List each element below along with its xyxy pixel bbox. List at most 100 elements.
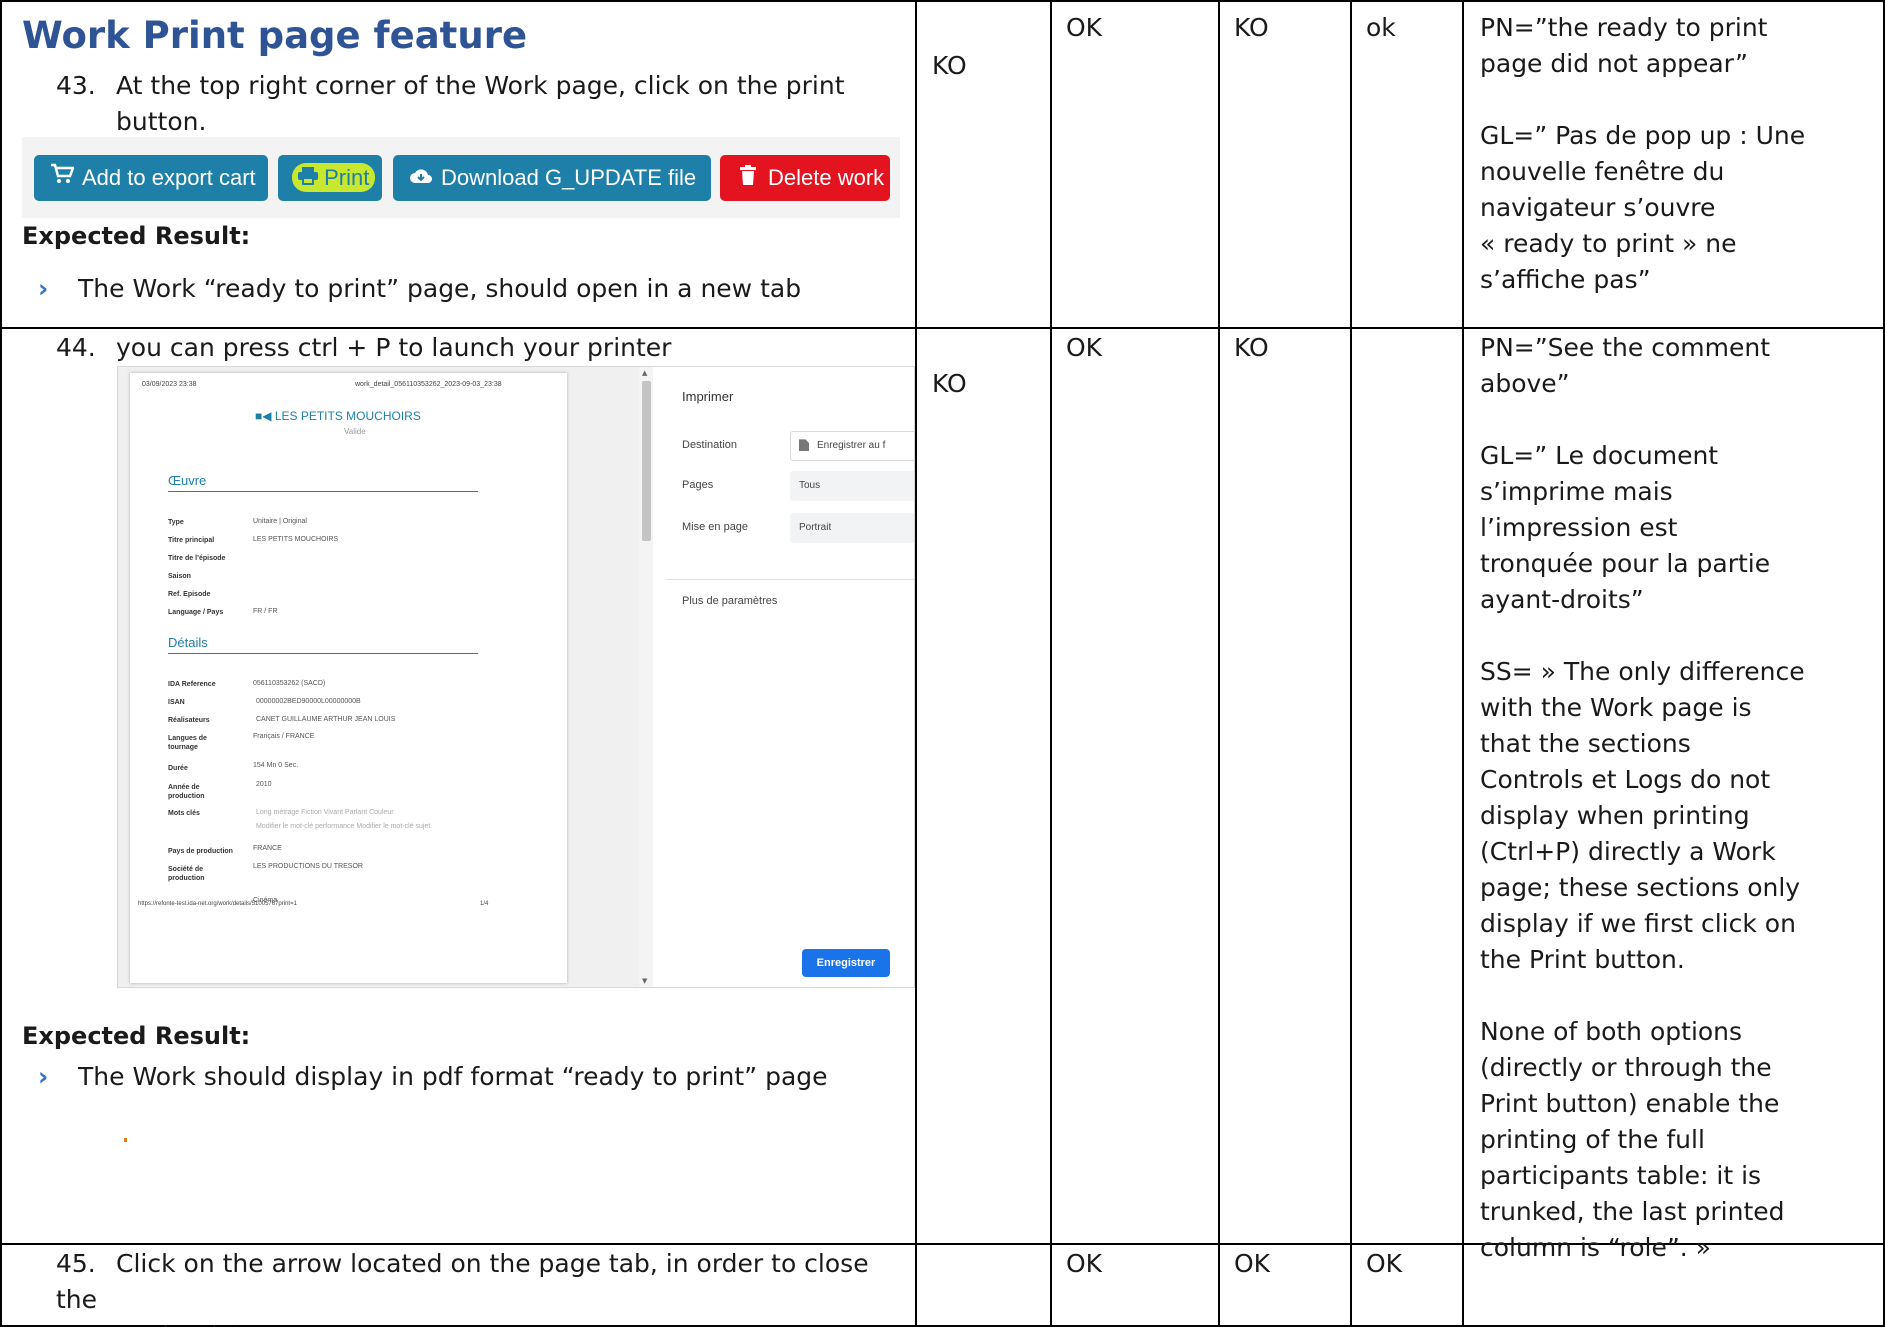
video-camera-icon: ■◀ (255, 409, 275, 423)
destination-value: Enregistrer au f (817, 440, 886, 451)
comment-line: column is “role”. » (1480, 1233, 1711, 1262)
preview-section-details: Détails (168, 635, 208, 650)
pages-select[interactable]: Tous (790, 471, 914, 501)
step-text-line2: work print page. (56, 1318, 896, 1327)
button-label: Download G_UPDATE file (441, 165, 697, 190)
comment-line: display if we first click on (1480, 909, 1796, 938)
field-label: Type (168, 519, 184, 526)
preview-footer-page: 1/4 (480, 901, 489, 907)
add-to-export-cart-button[interactable]: Add to export cart (34, 155, 268, 201)
doc-title-text: LES PETITS MOUCHOIRS (274, 409, 421, 423)
result-cell-c: ok (1366, 13, 1396, 42)
destination-label: Destination (682, 439, 738, 451)
field-value: FRANCE (253, 845, 282, 852)
field-label: Ref. Episode (168, 591, 211, 598)
row-divider-1 (0, 327, 1885, 329)
delete-work-button[interactable]: Delete work (720, 155, 890, 201)
field-value: 00000002BED90000L00000000B (256, 698, 361, 705)
comment-cell: PN=”See the comment above” GL=” Le docum… (1480, 330, 1805, 1266)
table-border-left (0, 0, 2, 1327)
section-heading: Work Print page feature (22, 14, 528, 57)
field-label: Mots clés (168, 810, 200, 817)
expected-result-title: Expected Result: (22, 1022, 251, 1050)
result-cell-b: KO (1234, 13, 1269, 42)
comment-line: navigateur s’ouvre (1480, 193, 1716, 222)
comment-cell: PN=”the ready to print page did not appe… (1480, 10, 1805, 298)
save-button[interactable]: Enregistrer (802, 949, 890, 977)
comment-line: page; these sections only (1480, 873, 1801, 902)
field-value: Modifier le mot-clé performance Modifier… (256, 823, 431, 830)
comment-line: with the Work page is (1480, 693, 1752, 722)
print-preview-sheet: 03/09/2023 23:38 work_detail_05611035326… (130, 373, 567, 983)
field-label: Saison (168, 573, 191, 580)
comment-line: that the sections (1480, 729, 1691, 758)
comment-line: s’imprime mais (1480, 477, 1673, 506)
comment-line (1480, 978, 1805, 1014)
step-43: 43. At the top right corner of the Work p… (56, 68, 896, 140)
field-label: Année de production (168, 784, 205, 800)
layout-select[interactable]: Portrait (790, 513, 914, 543)
comment-line: s’affiche pas” (1480, 265, 1651, 294)
print-button[interactable]: Print (278, 155, 382, 201)
field-label: Pays de production (168, 848, 233, 855)
chevron-right-icon: › (38, 274, 49, 303)
printer-icon (298, 165, 324, 190)
field-value: 056110353262 (SACD) (253, 680, 326, 687)
layout-label: Mise en page (682, 521, 749, 533)
field-label: Durée (168, 765, 188, 772)
print-highlight: Print (292, 163, 376, 192)
col-divider-3 (1218, 0, 1220, 1327)
preview-footer-url: https://refonte-test.ida-net.org/work/de… (138, 901, 297, 907)
col-divider-5 (1462, 0, 1464, 1327)
status-cell: KO (932, 51, 967, 80)
scroll-up-arrow-icon[interactable]: ▲ (642, 369, 647, 377)
result-cell-a: OK (1066, 13, 1103, 42)
panel-divider (666, 579, 914, 580)
test-case-table: Work Print page feature 43. At the top ri… (0, 0, 1885, 1327)
comment-line: (Ctrl+P) directly a Work (1480, 837, 1776, 866)
print-settings-panel: Imprimer Destination Enregistrer au f Pa… (666, 367, 914, 987)
pages-label: Pages (682, 479, 714, 491)
field-label: IDA Reference (168, 681, 216, 688)
scroll-down-arrow-icon[interactable]: ▼ (642, 977, 647, 985)
comment-line: page did not appear” (1480, 49, 1748, 78)
document-icon (799, 439, 809, 452)
comment-line: Print button) enable the (1480, 1089, 1780, 1118)
field-value: LES PRODUCTIONS DU TRESOR (253, 863, 363, 870)
preview-doc-title: ■◀ LES PETITS MOUCHOIRS (255, 409, 421, 423)
preview-doc-status: Valide (344, 427, 366, 436)
button-label: Delete work (768, 165, 885, 190)
comment-line: l’impression est (1480, 513, 1678, 542)
step-text-line1: Click on the arrow located on the page t… (56, 1249, 869, 1314)
cart-icon (48, 155, 76, 201)
field-label: Société de production (168, 866, 205, 882)
step-number: 45. (56, 1249, 96, 1278)
preview-scrollbar-thumb[interactable] (642, 381, 651, 541)
comment-line: GL=” Le document (1480, 441, 1719, 470)
download-g-update-button[interactable]: Download G_UPDATE file (393, 155, 711, 201)
comment-line (1480, 618, 1805, 654)
step-text-line2: button. (116, 107, 207, 136)
result-cell-b: OK (1234, 1249, 1271, 1278)
comment-line: nouvelle fenêtre du (1480, 157, 1725, 186)
trash-icon (734, 155, 762, 201)
table-border-top (0, 0, 1885, 2)
col-divider-2 (1050, 0, 1052, 1327)
section-underline (168, 491, 478, 492)
destination-select[interactable]: Enregistrer au f (790, 431, 914, 461)
field-label: Réalisateurs (168, 717, 210, 724)
print-dialog-screenshot: 03/09/2023 23:38 work_detail_05611035326… (117, 366, 915, 988)
comment-line: printing of the full (1480, 1125, 1705, 1154)
field-value: CANET GUILLAUME ARTHUR JEAN LOUIS (256, 716, 396, 723)
comment-line: display when printing (1480, 801, 1750, 830)
field-label: Titre principal (168, 537, 215, 544)
expected-result-text: The Work “ready to print” page, should o… (78, 274, 802, 303)
comment-line: PN=”See the comment (1480, 333, 1771, 362)
field-value: Long métrage Fiction Vivant Parlant Coul… (256, 809, 394, 816)
result-cell-a: OK (1066, 333, 1103, 362)
preview-header-filename: work_detail_056110353262_2023-09-03_23:3… (355, 381, 502, 388)
comment-line: (directly or through the (1480, 1053, 1772, 1082)
col-divider-4 (1350, 0, 1352, 1327)
more-settings-link[interactable]: Plus de paramètres (682, 595, 777, 607)
comment-line: Controls et Logs do not (1480, 765, 1771, 794)
